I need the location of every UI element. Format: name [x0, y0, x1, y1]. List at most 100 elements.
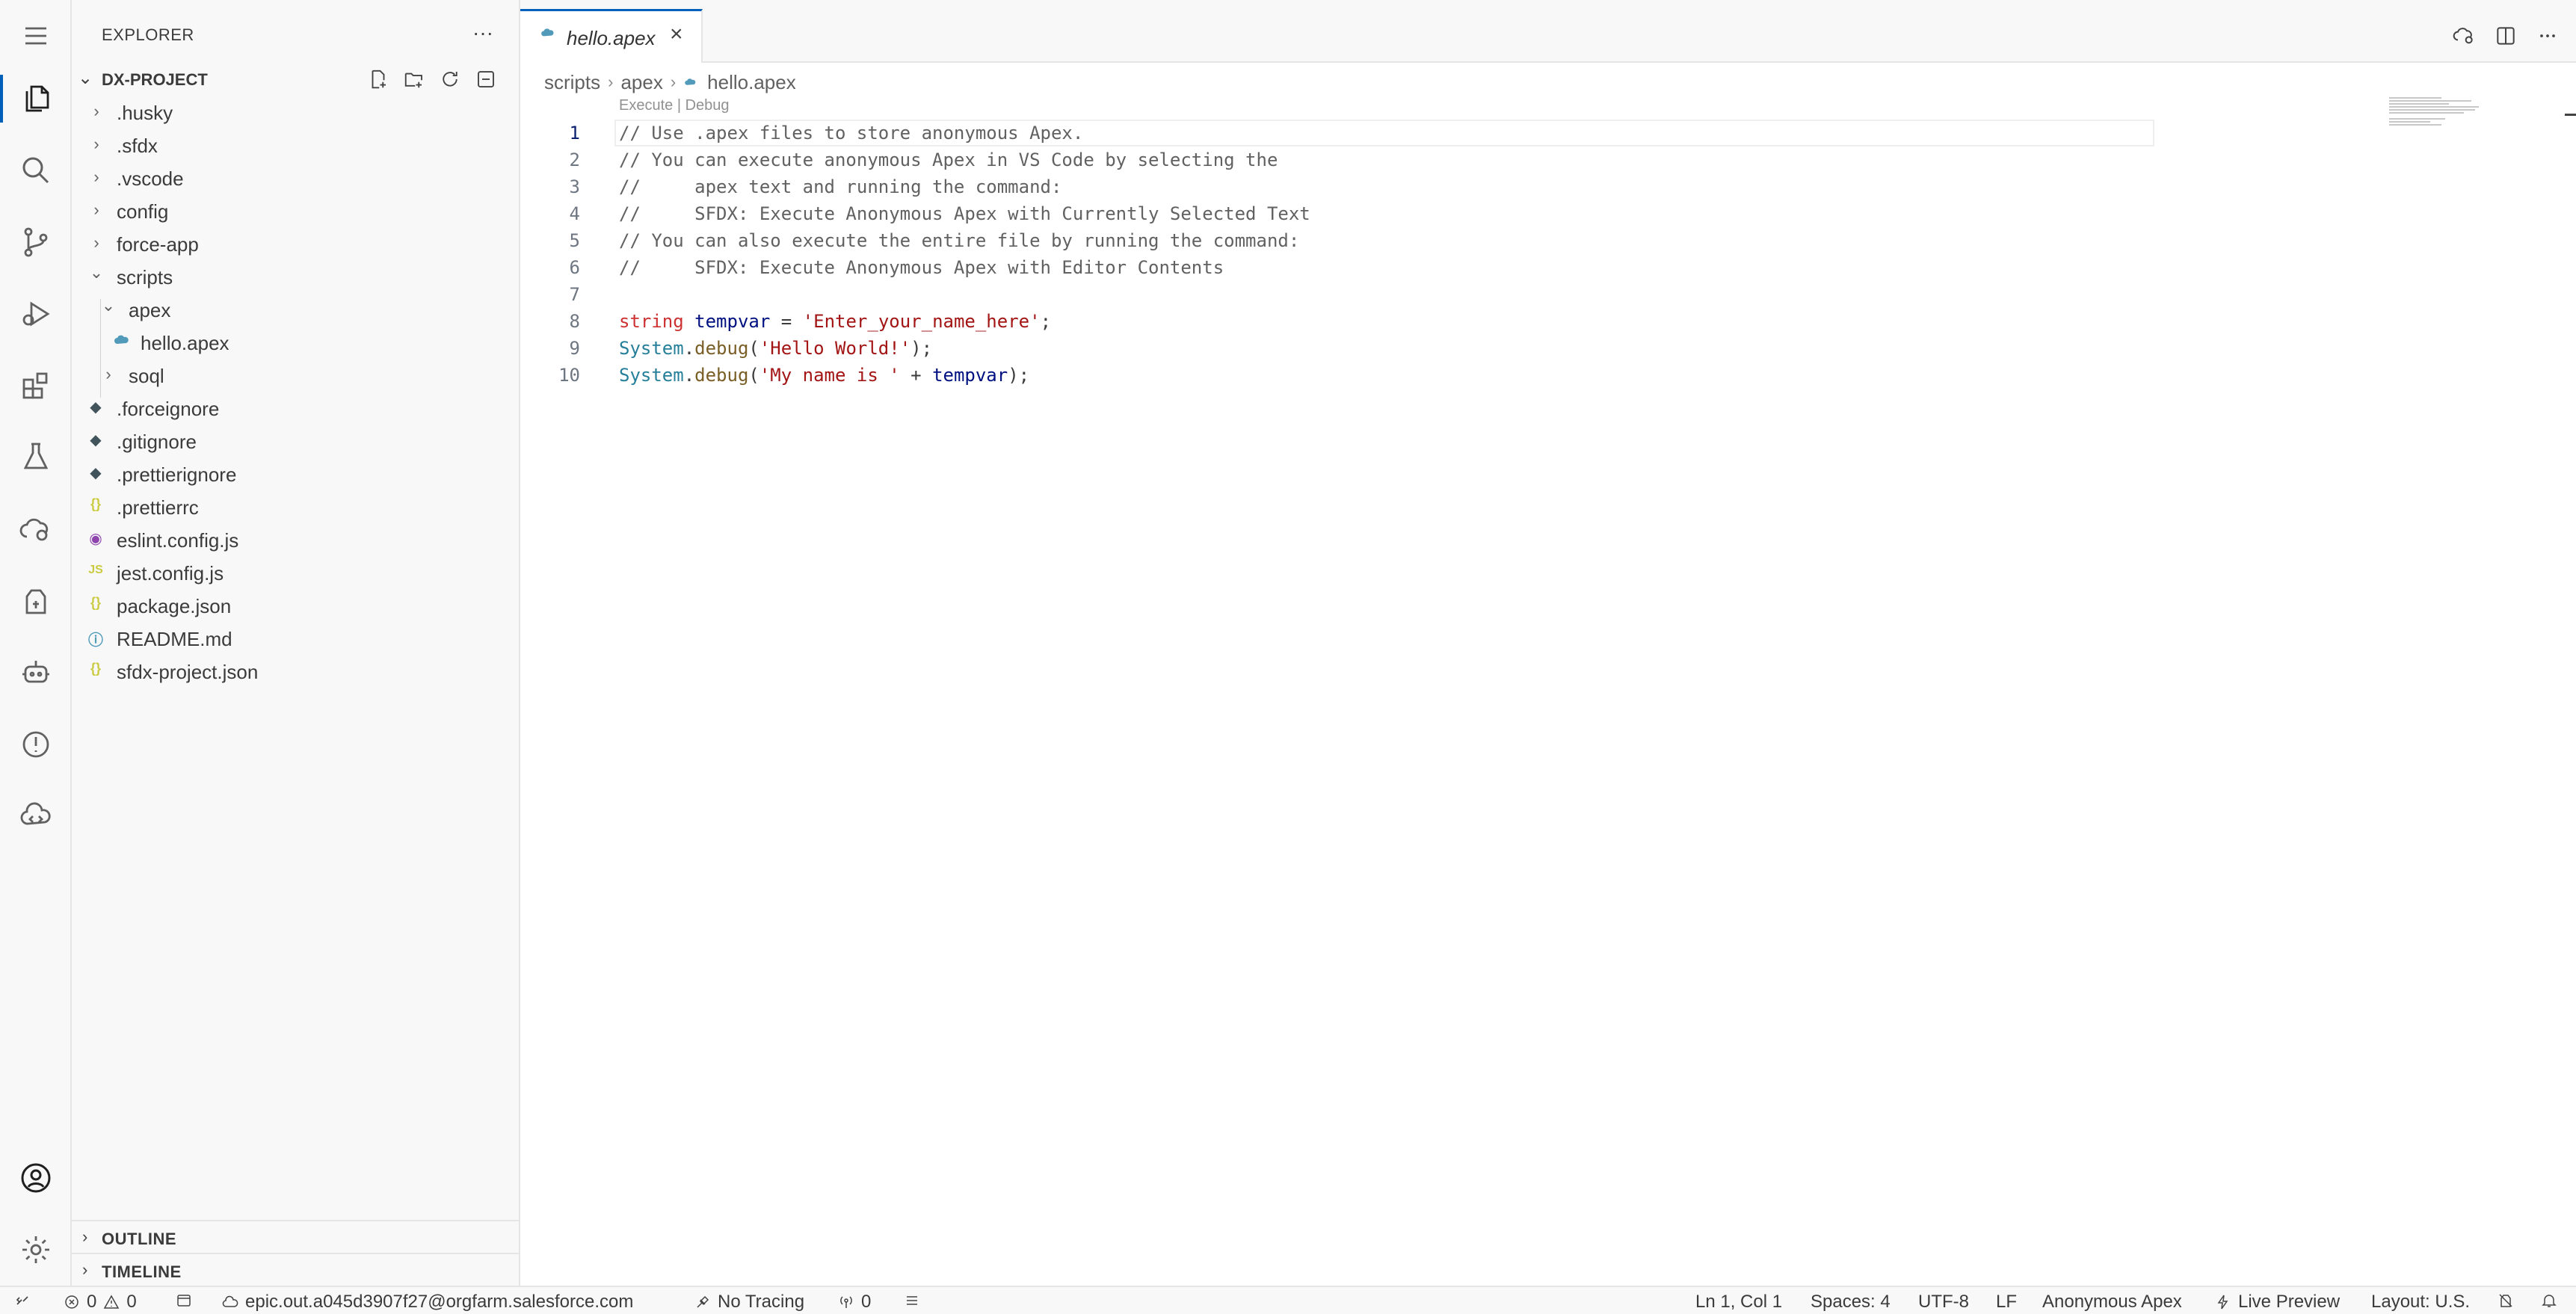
encoding[interactable]: UTF-8	[1918, 1292, 1969, 1313]
language-mode[interactable]: Anonymous Apex	[2042, 1292, 2182, 1313]
code-token: 'Hello World!'	[759, 338, 911, 359]
json-file-icon: {}	[90, 661, 101, 676]
chevron-right-icon: ›	[93, 167, 99, 186]
explorer-sidebar: EXPLORER ··· ⌄ DX-PROJECT › .husky › .sf…	[72, 0, 520, 1286]
tree-item-soql[interactable]: › soql	[72, 359, 520, 392]
tree-item-prettierrc[interactable]: {} .prettierrc	[72, 490, 520, 523]
salesforce-cloud-icon[interactable]	[15, 795, 57, 837]
tree-item-config[interactable]: › config	[72, 194, 520, 227]
tree-item-husky[interactable]: › .husky	[72, 96, 520, 129]
testing-icon[interactable]	[15, 437, 57, 478]
new-folder-icon[interactable]	[401, 66, 428, 93]
tree-item-readme[interactable]: ⓘ README.md	[72, 622, 520, 655]
remote-icon[interactable]	[13, 1292, 31, 1310]
tree-item-forceignore[interactable]: ◆ .forceignore	[72, 392, 520, 425]
ports-status[interactable]: 0	[837, 1292, 871, 1313]
line-number: 5	[569, 230, 580, 251]
problems-status[interactable]: 0 0	[63, 1292, 137, 1313]
org-status-icon[interactable]	[2450, 22, 2477, 49]
code-token: string	[619, 311, 684, 332]
breadcrumb: scripts › apex › hello.apex	[544, 67, 796, 97]
account-icon[interactable]	[15, 1157, 57, 1199]
code-line: string tempvar = 'Enter_your_name_here';	[619, 308, 1310, 335]
apex-replay-status-icon[interactable]	[2497, 1292, 2515, 1310]
end-of-line[interactable]: LF	[1996, 1292, 2017, 1313]
line-number: 8	[569, 311, 580, 332]
tree-item-gitignore[interactable]: ◆ .gitignore	[72, 425, 520, 457]
list-icon[interactable]	[903, 1292, 921, 1310]
code-line: System.debug('Hello World!');	[619, 335, 1310, 362]
close-icon[interactable]: ×	[670, 22, 683, 47]
timeline-panel-header[interactable]: › TIMELINE	[72, 1253, 520, 1286]
extensions-icon[interactable]	[15, 365, 57, 407]
tree-item-prettierignore[interactable]: ◆ .prettierignore	[72, 457, 520, 490]
breadcrumb-apex[interactable]: apex	[620, 71, 662, 94]
collapse-all-icon[interactable]	[472, 66, 499, 93]
files-icon[interactable]	[15, 78, 57, 120]
tree-item-jest-config[interactable]: JS jest.config.js	[72, 556, 520, 589]
tab-bar: hello.apex ×	[520, 0, 2576, 63]
search-icon[interactable]	[15, 149, 57, 191]
tree-item-force-app[interactable]: › force-app	[72, 227, 520, 260]
source-control-icon[interactable]	[15, 221, 57, 263]
code-line: // Use .apex files to store anonymous Ap…	[619, 123, 1084, 144]
tree-item-apex[interactable]: ⌄ apex	[72, 293, 520, 326]
code-editor[interactable]: // Use .apex files to store anonymous Ap…	[619, 120, 1310, 389]
codelens-execute[interactable]: Execute	[619, 97, 673, 114]
breadcrumb-hello-apex[interactable]: hello.apex	[707, 71, 796, 94]
code-line: // apex text and running the command:	[619, 176, 1062, 197]
outline-panel-header[interactable]: › OUTLINE	[72, 1220, 520, 1253]
apex-replay-icon[interactable]	[15, 580, 57, 622]
org-browser-icon[interactable]	[15, 508, 57, 550]
tracing-status[interactable]: No Tracing	[694, 1292, 804, 1313]
cursor-position[interactable]: Ln 1, Col 1	[1695, 1292, 1782, 1313]
chevron-down-icon: ⌄	[78, 68, 93, 88]
tree-item-sfdx[interactable]: › .sfdx	[72, 129, 520, 161]
line-number: 1	[569, 123, 580, 144]
problems-icon[interactable]	[15, 724, 57, 765]
tree-item-eslint-config[interactable]: ◉ eslint.config.js	[72, 523, 520, 556]
agent-icon[interactable]	[15, 652, 57, 694]
live-preview[interactable]: Live Preview	[2214, 1292, 2340, 1313]
chevron-right-icon: ›	[670, 73, 677, 91]
code-token: 'Enter_your_name_here'	[802, 311, 1041, 332]
project-header[interactable]: ⌄ DX-PROJECT	[72, 66, 520, 93]
new-file-icon[interactable]	[365, 66, 392, 93]
org-picker-icon[interactable]	[175, 1292, 193, 1310]
editor-area: hello.apex × scripts › apex › hello.apex…	[520, 0, 2576, 1286]
codelens-debug[interactable]: Debug	[685, 97, 730, 114]
notifications-bell-icon[interactable]	[2540, 1292, 2558, 1310]
run-debug-icon[interactable]	[15, 293, 57, 335]
tree-item-sfdx-project-json[interactable]: {} sfdx-project.json	[72, 655, 520, 688]
tree-item-package-json[interactable]: {} package.json	[72, 589, 520, 622]
apex-file-icon	[685, 78, 696, 85]
keyboard-layout[interactable]: Layout: U.S.	[2371, 1292, 2470, 1313]
js-file-icon: JS	[88, 564, 103, 576]
tree-item-vscode[interactable]: › .vscode	[72, 161, 520, 194]
refresh-icon[interactable]	[437, 66, 463, 93]
split-editor-icon[interactable]	[2492, 22, 2519, 49]
tree-item-hello-apex[interactable]: hello.apex	[72, 326, 520, 359]
indentation[interactable]: Spaces: 4	[1811, 1292, 1891, 1313]
chevron-right-icon: ›	[93, 200, 99, 219]
default-org[interactable]: epic.out.a045d3907f27@orgfarm.salesforce…	[221, 1292, 633, 1313]
tree-item-scripts[interactable]: ⌄ scripts	[72, 260, 520, 293]
project-name: DX-PROJECT	[102, 70, 208, 89]
menu-icon[interactable]	[15, 15, 57, 57]
minimap[interactable]	[2389, 97, 2494, 142]
code-token: debug	[694, 365, 749, 386]
code-token: +	[899, 365, 933, 386]
explorer-title: EXPLORER	[102, 25, 194, 44]
more-actions-icon[interactable]	[2534, 22, 2561, 49]
chevron-right-icon: ›	[82, 1227, 88, 1246]
tab-hello-apex[interactable]: hello.apex ×	[520, 9, 703, 63]
settings-gear-icon[interactable]	[15, 1229, 57, 1271]
chevron-down-icon: ⌄	[101, 296, 116, 315]
more-actions-icon[interactable]: ···	[472, 21, 493, 45]
line-number: 3	[569, 176, 580, 197]
chevron-right-icon: ›	[105, 365, 111, 383]
json-file-icon: {}	[90, 595, 101, 610]
line-number: 10	[558, 365, 580, 386]
breadcrumb-scripts[interactable]: scripts	[544, 71, 600, 94]
